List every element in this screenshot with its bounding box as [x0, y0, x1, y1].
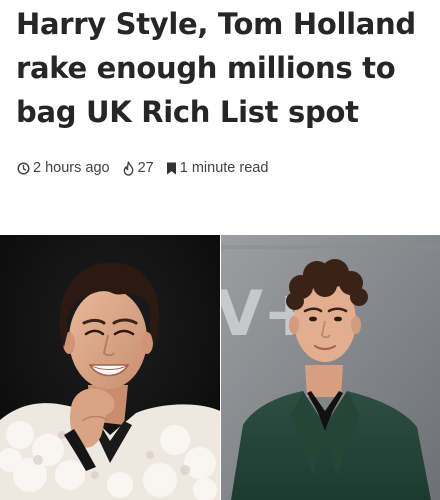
published-time-text: 2 hours ago	[33, 160, 110, 176]
read-time: 1 minute read	[166, 160, 269, 176]
view-count-text: 27	[137, 160, 154, 176]
article-headline: Harry Style, Tom Holland rake enough mil…	[16, 7, 416, 129]
clock-icon	[17, 161, 30, 175]
published-time: 2 hours ago	[17, 160, 110, 176]
read-time-text: 1 minute read	[179, 160, 269, 176]
fire-icon	[123, 160, 133, 176]
article-hero-image[interactable]: V+	[0, 235, 440, 500]
bookmark-icon	[166, 162, 176, 174]
photo-tom-holland[interactable]: V+	[221, 235, 440, 500]
view-count: 27	[122, 160, 154, 176]
article-meta: 2 hours ago 27 1 minute read	[17, 158, 280, 178]
photo-harry-styles[interactable]	[0, 235, 220, 500]
